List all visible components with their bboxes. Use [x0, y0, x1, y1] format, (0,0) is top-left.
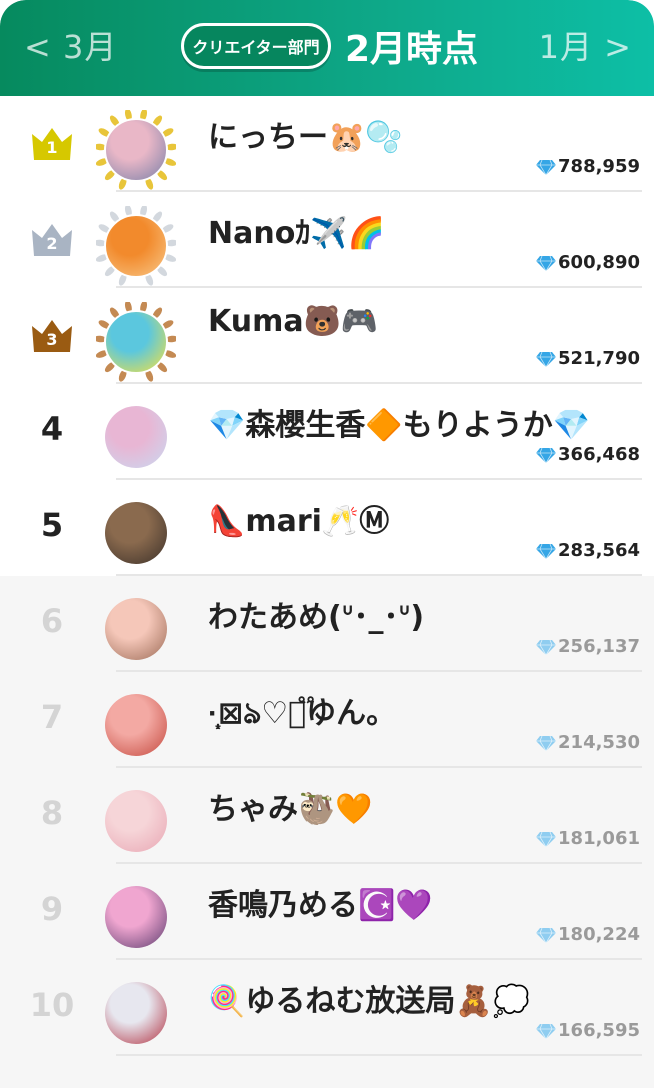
rank-number: 7 — [40, 698, 64, 736]
avatar[interactable] — [105, 790, 167, 852]
score-value: 166,595 — [558, 1020, 640, 1041]
crown-icon: 1 — [30, 126, 74, 160]
score-value: 214,530 — [558, 732, 640, 753]
avatar-frame — [96, 686, 176, 766]
crown-icon: 3 — [30, 318, 74, 352]
diamond-icon — [536, 351, 557, 367]
ranking-row[interactable]: 3 Kuma🐻🎮 521,790 — [0, 288, 654, 384]
ranking-row[interactable]: 7 ·̩͙⊠ঌ♡᳝֟ゆん。 214,530 — [0, 672, 654, 768]
score-value: 366,468 — [558, 444, 640, 465]
ranking-header: < 3月 クリエイター部門 2月時点 1月 > — [0, 0, 654, 96]
diamond-icon — [536, 927, 557, 943]
creator-name: 🍭ゆるねむ放送局🧸💭 — [208, 984, 531, 1019]
diamond-icon — [536, 255, 557, 271]
diamond-score: 214,530 — [536, 732, 640, 753]
rank-number: 9 — [40, 890, 64, 928]
ranking-list: 1 にっちー🐹🫧 788,959 2 Nanoｶ✈️🌈 600,890 3 Kuma🐻🎮 521… — [0, 96, 654, 1056]
creator-name: Nanoｶ✈️🌈 — [208, 216, 386, 251]
ranking-row[interactable]: 6 わたあめ(ᐡ･_･ᐡ) 256,137 — [0, 576, 654, 672]
ranking-row[interactable]: 10 🍭ゆるねむ放送局🧸💭 166,595 — [0, 960, 654, 1056]
diamond-score: 600,890 — [536, 252, 640, 273]
rank-number: 5 — [40, 506, 64, 544]
crown-icon: 2 — [30, 222, 74, 256]
diamond-score: 166,595 — [536, 1020, 640, 1041]
ranking-card: < 3月 クリエイター部門 2月時点 1月 > 1 にっちー🐹🫧 788,959 2 N… — [0, 0, 654, 1088]
diamond-icon — [536, 159, 557, 175]
score-value: 256,137 — [558, 636, 640, 657]
avatar-frame — [96, 974, 176, 1054]
avatar[interactable] — [105, 982, 167, 1044]
prev-month-button[interactable]: < 3月 — [24, 22, 117, 68]
creator-name: 💎森櫻生香🔶もりようか💎 — [208, 408, 591, 443]
score-value: 521,790 — [558, 348, 640, 369]
row-divider — [116, 1054, 642, 1056]
rank-number: 2 — [46, 234, 58, 253]
period-title: 2月時点 — [345, 29, 479, 70]
rank-number: 4 — [40, 410, 64, 448]
avatar[interactable] — [105, 886, 167, 948]
ranking-row[interactable]: 1 にっちー🐹🫧 788,959 — [0, 96, 654, 192]
diamond-score: 256,137 — [536, 636, 640, 657]
diamond-score: 366,468 — [536, 444, 640, 465]
avatar[interactable] — [105, 598, 167, 660]
avatar[interactable] — [105, 502, 167, 564]
avatar[interactable] — [104, 310, 168, 374]
diamond-score: 788,959 — [536, 156, 640, 177]
ranking-row[interactable]: 2 Nanoｶ✈️🌈 600,890 — [0, 192, 654, 288]
creator-name: ちゃみ🦥🧡 — [208, 792, 373, 827]
creator-name: わたあめ(ᐡ･_･ᐡ) — [208, 600, 425, 635]
avatar-frame — [96, 878, 176, 958]
rank-number: 10 — [29, 986, 75, 1024]
avatar-frame — [96, 590, 176, 670]
avatar[interactable] — [104, 214, 168, 278]
creator-name: にっちー🐹🫧 — [208, 120, 403, 155]
rank-number: 6 — [40, 602, 64, 640]
diamond-icon — [536, 735, 557, 751]
avatar[interactable] — [105, 694, 167, 756]
avatar-frame — [96, 398, 176, 478]
avatar-frame — [96, 494, 176, 574]
avatar-frame — [96, 110, 176, 190]
diamond-icon — [536, 1023, 557, 1039]
score-value: 600,890 — [558, 252, 640, 273]
diamond-score: 181,061 — [536, 828, 640, 849]
ranking-row[interactable]: 4 💎森櫻生香🔶もりようか💎 366,468 — [0, 384, 654, 480]
creator-name: 👠mari🥂Ⓜ — [208, 504, 390, 539]
rank-number: 3 — [46, 330, 58, 349]
score-value: 283,564 — [558, 540, 640, 561]
diamond-icon — [536, 447, 557, 463]
next-month-button[interactable]: 1月 > — [539, 22, 632, 68]
score-value: 181,061 — [558, 828, 640, 849]
category-tab[interactable]: クリエイター部門 — [181, 23, 331, 69]
score-value: 788,959 — [558, 156, 640, 177]
diamond-icon — [536, 639, 557, 655]
score-value: 180,224 — [558, 924, 640, 945]
diamond-score: 283,564 — [536, 540, 640, 561]
avatar[interactable] — [105, 406, 167, 468]
rank-number: 8 — [40, 794, 64, 832]
diamond-score: 521,790 — [536, 348, 640, 369]
ranking-row[interactable]: 8 ちゃみ🦥🧡 181,061 — [0, 768, 654, 864]
diamond-icon — [536, 543, 557, 559]
ranking-row[interactable]: 5 👠mari🥂Ⓜ 283,564 — [0, 480, 654, 576]
creator-name: ·̩͙⊠ঌ♡᳝֟ゆん。 — [208, 696, 397, 731]
diamond-icon — [536, 831, 557, 847]
avatar-frame — [96, 206, 176, 286]
rank-number: 1 — [46, 138, 58, 157]
creator-name: 香鳴乃める☪️💜 — [208, 888, 433, 923]
avatar-frame — [96, 302, 176, 382]
diamond-score: 180,224 — [536, 924, 640, 945]
ranking-row[interactable]: 9 香鳴乃める☪️💜 180,224 — [0, 864, 654, 960]
avatar[interactable] — [104, 118, 168, 182]
creator-name: Kuma🐻🎮 — [208, 304, 379, 339]
avatar-frame — [96, 782, 176, 862]
